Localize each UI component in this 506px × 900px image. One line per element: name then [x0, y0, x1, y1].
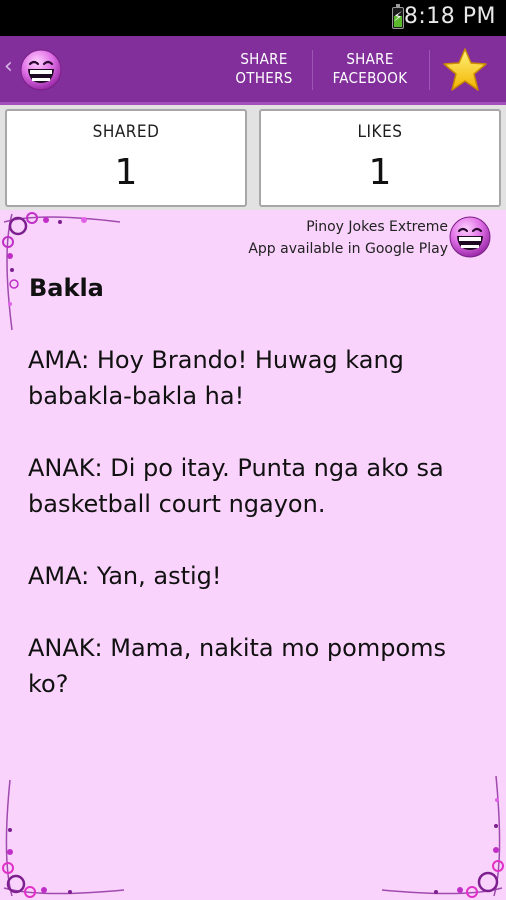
likes-value: 1 [368, 152, 392, 193]
joke-paragraph: AMA: Hoy Brando! Huwag kang babakla-bakl… [28, 346, 404, 410]
action-divider [312, 50, 313, 90]
battery-charging-icon: ⚡ [392, 4, 404, 29]
joke-panel: Pinoy Jokes Extreme App available in Goo… [0, 210, 506, 900]
joke-title: Bakla [29, 274, 104, 302]
laughing-face-icon[interactable] [20, 49, 62, 91]
status-time: 8:18 PM [403, 4, 496, 29]
stats-area: SHARED 1 LIKES 1 [0, 105, 506, 210]
laughing-face-icon[interactable] [449, 216, 491, 258]
likes-counter[interactable]: LIKES 1 [259, 109, 501, 207]
likes-label: LIKES [357, 122, 403, 142]
floral-corner-decoration [381, 775, 504, 898]
shared-counter: SHARED 1 [5, 109, 247, 207]
promo-availability: App available in Google Play [248, 241, 448, 257]
joke-paragraph: AMA: Yan, astig! [28, 562, 222, 590]
joke-paragraph: ANAK: Mama, nakita mo pompoms ko? [28, 634, 447, 698]
share-others-button[interactable]: SHARE OTHERS [222, 36, 306, 102]
action-divider [429, 50, 430, 90]
promo-app-name: Pinoy Jokes Extreme [306, 219, 448, 235]
shared-value: 1 [114, 152, 138, 193]
back-chevron-icon[interactable]: ‹ [4, 54, 13, 79]
star-icon[interactable] [441, 47, 489, 93]
shared-label: SHARED [92, 122, 160, 142]
status-bar: ⚡ 8:18 PM [0, 0, 506, 36]
share-facebook-button[interactable]: SHARE FACEBOOK [318, 36, 422, 102]
floral-corner-decoration [2, 779, 125, 898]
joke-body: AMA: Hoy Brando! Huwag kang babakla-bakl… [28, 342, 478, 738]
promo-text: Pinoy Jokes Extreme App available in Goo… [248, 216, 448, 260]
joke-paragraph: ANAK: Di po itay. Punta nga ako sa baske… [28, 454, 444, 518]
action-bar: ‹ SHARE OTHERS SHARE FACEBOOK [0, 36, 506, 102]
